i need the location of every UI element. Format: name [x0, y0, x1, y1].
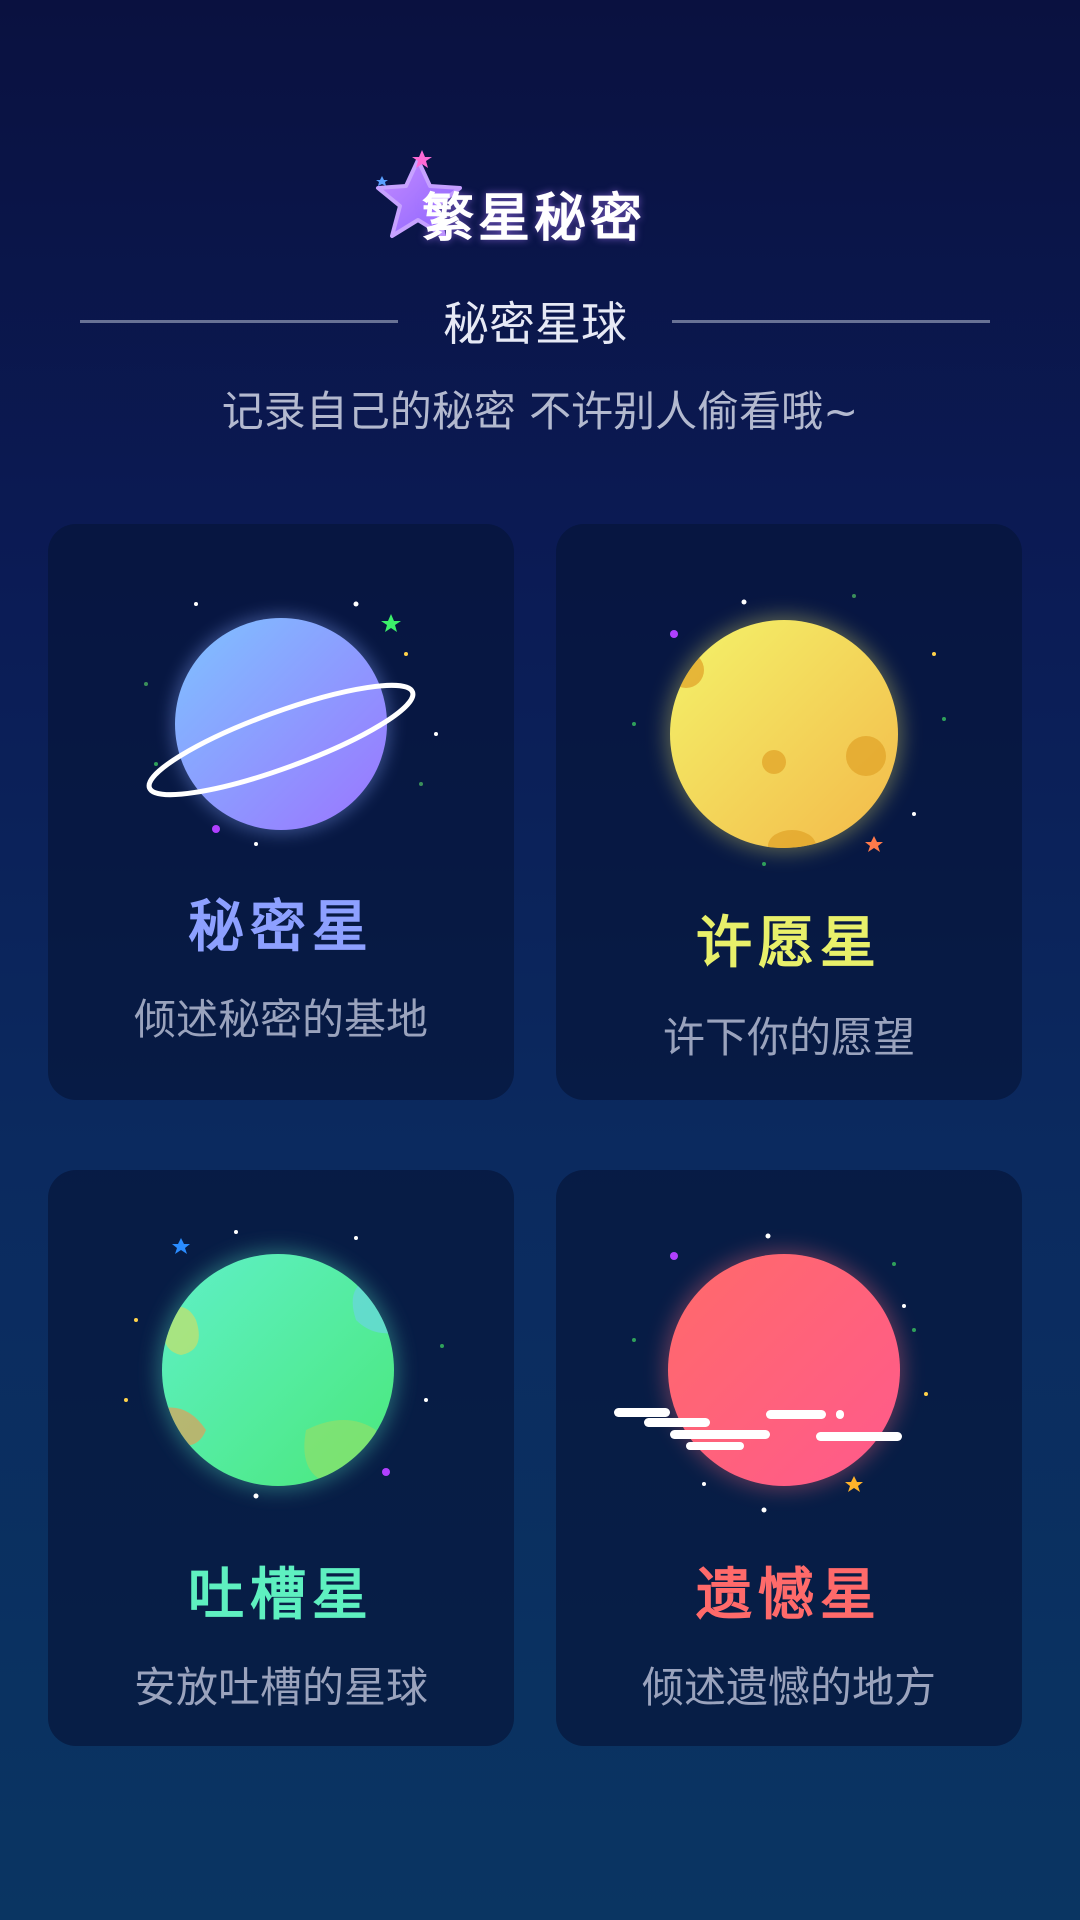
card-wish-star[interactable]: 许愿星 许下你的愿望 [556, 524, 1022, 1100]
card-description: 倾述遗憾的地方 [641, 1663, 936, 1712]
card-rant-star[interactable]: 吐槽星 安放吐槽的星球 [48, 1170, 514, 1746]
card-title: 遗憾星 [696, 1563, 882, 1628]
page-subtitle: 秘密星球 [443, 297, 627, 351]
divider-right [672, 320, 990, 323]
app-logo: 繁星秘密 [370, 150, 670, 260]
card-description: 倾述秘密的基地 [133, 995, 428, 1044]
card-title: 吐槽星 [188, 1563, 374, 1628]
ringed-planet-icon [106, 574, 456, 874]
card-regret-star[interactable]: 遗憾星 倾述遗憾的地方 [556, 1170, 1022, 1746]
subtitle-row: 秘密星球 [80, 288, 990, 351]
logo-text: 繁星秘密 [422, 189, 647, 249]
card-title: 许愿星 [696, 911, 882, 976]
card-title: 秘密星 [188, 895, 374, 960]
page-tagline: 记录自己的秘密 不许别人偷看哦~ [221, 387, 859, 436]
divider-left [80, 320, 398, 323]
card-secret-star[interactable]: 秘密星 倾述秘密的基地 [48, 524, 514, 1100]
moon-planet-icon [614, 574, 964, 874]
card-description: 许下你的愿望 [662, 1013, 915, 1062]
card-description: 安放吐槽的星球 [133, 1663, 428, 1712]
green-planet-icon [106, 1220, 456, 1520]
red-planet-icon [614, 1220, 964, 1520]
